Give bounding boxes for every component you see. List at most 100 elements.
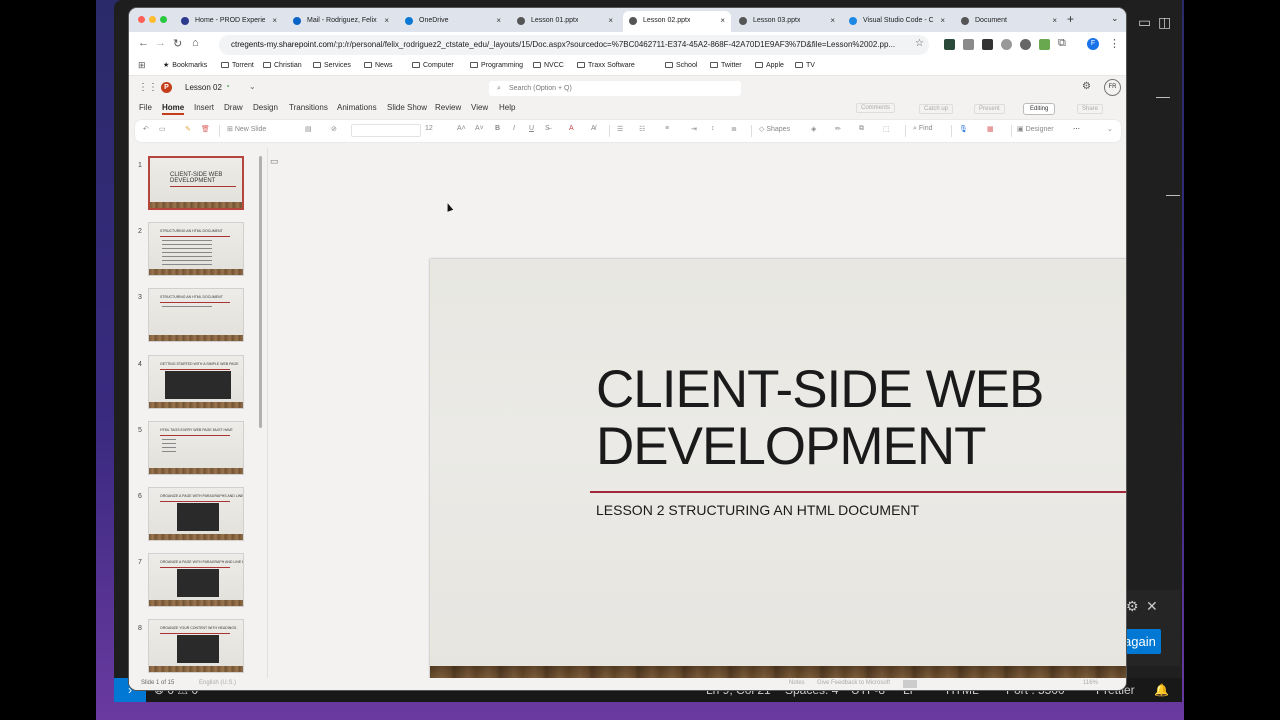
slide-subtitle[interactable]: LESSON 2 STRUCTURING AN HTML DOCUMENT [596, 502, 919, 518]
profile-avatar[interactable]: F [1087, 38, 1099, 50]
current-slide[interactable]: CLIENT-SIDE WEB DEVELOPMENT LESSON 2 STR… [430, 259, 1126, 690]
bookmark-item[interactable]: NVCC [533, 60, 564, 72]
align-icon[interactable]: ≡ [665, 125, 669, 132]
layout-icon[interactable]: ▭ [1138, 14, 1151, 31]
font-size-select[interactable]: 12 [425, 125, 433, 132]
ribbon-tab-transitions[interactable]: Transitions [289, 103, 328, 112]
slide-thumbnail[interactable]: ORGANIZE A PAGE WITH PARAGRAPH AND LINE … [148, 553, 244, 607]
slide-thumbnail[interactable]: HTML TAGS EVERY WEB PAGE MUST HAVE [148, 421, 244, 475]
browser-tab[interactable]: Home - PROD Experien × [175, 11, 283, 32]
home-icon[interactable]: ⌂ [192, 37, 199, 49]
text-align-icon[interactable]: ≣ [731, 125, 737, 133]
outline-icon[interactable]: ✏ [835, 125, 841, 133]
share-button[interactable]: Share [1077, 104, 1104, 114]
addins-icon[interactable]: ▦ [987, 125, 994, 133]
bookmark-item[interactable]: Traxx Software [577, 60, 635, 72]
tab-search-icon[interactable]: ⌄ [1111, 13, 1119, 24]
ribbon-tab-home[interactable]: Home [162, 103, 185, 115]
extension-icon[interactable] [1020, 39, 1031, 50]
delete-icon[interactable]: 🗑 [201, 125, 210, 133]
slide-thumbnail[interactable]: ORGANIZE YOUR CONTENT WITH HEADINGS [148, 619, 244, 673]
slide-thumbnail[interactable]: STRUCTURING AN HTML DOCUMENT [148, 222, 244, 276]
bell-icon[interactable]: 🔔 [1154, 678, 1169, 702]
minimize-window-button[interactable] [149, 16, 156, 23]
collapse-ribbon-icon[interactable]: ⌄ [1107, 125, 1113, 133]
clear-format-icon[interactable]: A̸ [591, 125, 596, 132]
browser-tab[interactable]: Visual Studio Code - C × [843, 11, 951, 32]
notes-pane-toggle-icon[interactable]: ▭ [270, 156, 279, 167]
bookmark-item[interactable]: ★ Bookmarks [163, 60, 207, 72]
slide-title[interactable]: CLIENT-SIDE WEB DEVELOPMENT [596, 361, 1044, 475]
browser-tab[interactable]: Lesson 01.pptx × [511, 11, 619, 32]
bookmark-item[interactable]: News [364, 60, 393, 72]
font-color-icon[interactable]: A [569, 125, 574, 132]
tab-close-icon[interactable]: × [608, 11, 613, 30]
ribbon-tab-design[interactable]: Design [253, 103, 278, 112]
strikethrough-icon[interactable]: S̶ [545, 125, 550, 132]
bookmark-star-icon[interactable]: ☆ [915, 38, 924, 49]
bookmark-item[interactable]: Apple [755, 60, 784, 72]
notes-button[interactable]: Notes [789, 680, 805, 686]
search-box[interactable]: ⌕ Search (Option + Q) [489, 81, 741, 96]
ribbon-tab-file[interactable]: File [139, 103, 152, 112]
format-painter-icon[interactable]: ✎ [185, 125, 191, 133]
extensions-puzzle-icon[interactable]: ⧉ [1058, 37, 1066, 50]
ribbon-tab-slide-show[interactable]: Slide Show [387, 103, 427, 112]
ribbon-tab-draw[interactable]: Draw [224, 103, 243, 112]
slide-thumbnail[interactable]: ORGANIZE A PAGE WITH PARAGRAPHS AND LINE… [148, 487, 244, 541]
bookmark-item[interactable]: TV [795, 60, 815, 72]
gear-icon[interactable]: ⚙ [1126, 598, 1139, 615]
bookmark-item[interactable]: Programming [470, 60, 523, 72]
slide-thumbnail[interactable]: GETTING STARTED WITH A SIMPLE WEB PAGE [148, 355, 244, 409]
title-dropdown-icon[interactable]: ⌄ [249, 82, 256, 91]
tab-close-icon[interactable]: × [940, 11, 945, 30]
settings-gear-icon[interactable]: ⚙ [1082, 81, 1091, 92]
address-bar[interactable]: ctregents-my.sharepoint.com/:p:/r/person… [219, 35, 929, 55]
comments-button[interactable]: Comments [856, 103, 896, 113]
browser-tab[interactable]: Mail - Rodriguez, Felix × [287, 11, 395, 32]
shapes-button[interactable]: ◇ Shapes [759, 125, 790, 133]
close-window-button[interactable] [138, 16, 145, 23]
layout-icon[interactable]: ▤ [305, 125, 312, 133]
user-avatar[interactable]: FR [1104, 79, 1121, 96]
ribbon-tab-view[interactable]: View [471, 103, 488, 112]
browser-tab[interactable]: Lesson 02.pptx × [623, 11, 731, 32]
tab-close-icon[interactable]: × [384, 11, 389, 30]
clipboard-icon[interactable]: ▭ [159, 125, 166, 133]
catchup-button[interactable]: Catch up [919, 104, 954, 114]
bookmark-item[interactable]: Torrent [221, 60, 254, 72]
quick-styles-icon[interactable]: ⬚ [883, 125, 890, 133]
hide-slide-icon[interactable]: ⊘ [331, 125, 337, 133]
tab-close-icon[interactable]: × [272, 11, 277, 30]
bookmark-item[interactable]: School [665, 60, 697, 72]
font-family-select[interactable] [351, 124, 421, 137]
arrange-icon[interactable]: ⧉ [859, 125, 864, 133]
ribbon-tab-help[interactable]: Help [499, 103, 515, 112]
extension-icon[interactable] [1039, 39, 1050, 50]
italic-icon[interactable]: I [513, 125, 515, 132]
more-options-icon[interactable]: ⋯ [1073, 125, 1080, 133]
bookmark-item[interactable]: Computer [412, 60, 454, 72]
bookmark-item[interactable]: Christian [263, 60, 302, 72]
tab-close-icon[interactable]: × [720, 11, 725, 30]
tab-close-icon[interactable]: × [1052, 11, 1057, 30]
indent-icon[interactable]: ⇥ [691, 125, 697, 133]
normal-view-icon[interactable] [903, 680, 917, 688]
present-button[interactable]: Present [974, 104, 1005, 114]
bullets-icon[interactable]: ☰ [617, 125, 623, 133]
ribbon-tab-animations[interactable]: Animations [337, 103, 377, 112]
forward-icon[interactable]: → [155, 37, 166, 49]
dictate-icon[interactable]: 🎙 [959, 125, 968, 133]
zoom-level[interactable]: 116% [1083, 680, 1098, 686]
feedback-link[interactable]: Give Feedback to Microsoft [817, 680, 890, 686]
fill-icon[interactable]: ◈ [811, 125, 816, 133]
browser-tab[interactable]: Lesson 03.pptx × [733, 11, 841, 32]
zoom-window-button[interactable] [160, 16, 167, 23]
app-launcher-icon[interactable]: ⋮⋮ [138, 82, 158, 93]
bookmark-item[interactable]: Services [313, 60, 351, 72]
slide-thumbnail[interactable]: CLIENT-SIDE WEB DEVELOPMENT [148, 156, 244, 210]
extension-icon[interactable] [982, 39, 993, 50]
document-title[interactable]: Lesson 02 [185, 83, 222, 92]
underline-icon[interactable]: U [529, 125, 534, 132]
back-icon[interactable]: ← [138, 37, 149, 49]
